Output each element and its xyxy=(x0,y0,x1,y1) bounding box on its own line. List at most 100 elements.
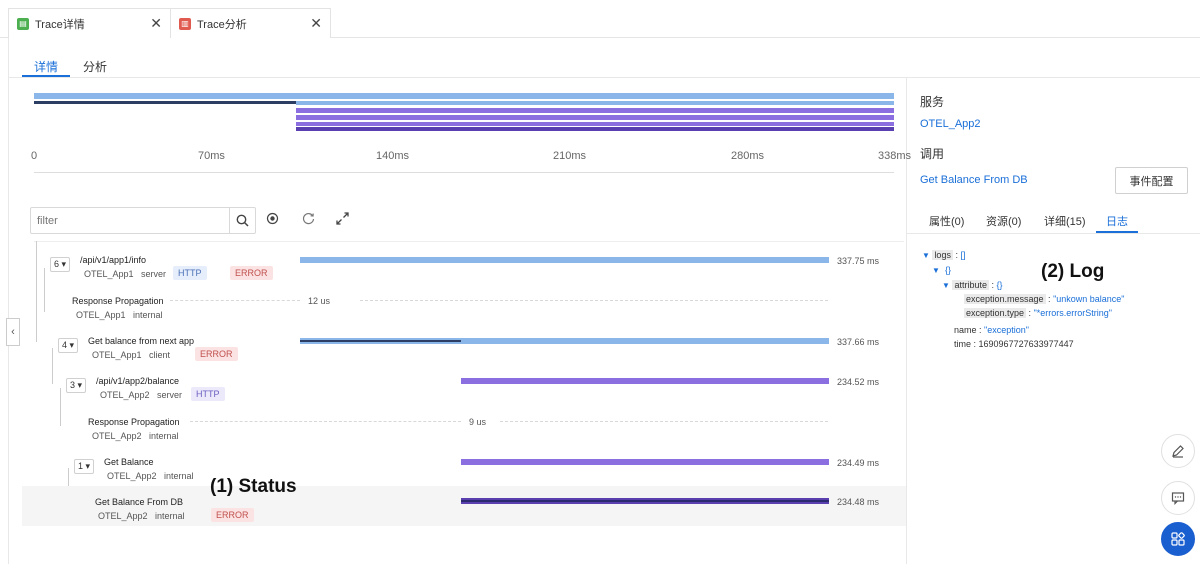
report-icon: ▥ xyxy=(179,17,191,30)
log-node-logs[interactable]: ▼ logs : [] xyxy=(922,250,965,260)
tree-line xyxy=(36,241,37,342)
tick-label: 210ms xyxy=(553,150,587,162)
dashed-line xyxy=(190,421,461,422)
log-field: time : 1690967727633977447 xyxy=(954,339,1074,349)
span-bar xyxy=(300,257,829,263)
close-icon[interactable]: ✕ xyxy=(310,15,322,32)
overview-bar xyxy=(34,101,296,104)
tab-resources[interactable]: 资源(0) xyxy=(986,213,1021,229)
span-service: OTEL_App1 xyxy=(76,310,126,320)
span-duration: 9 us xyxy=(469,417,487,427)
span-service: OTEL_App1 xyxy=(84,269,134,279)
divider xyxy=(907,233,1200,234)
error-badge: ERROR xyxy=(230,266,273,280)
left-border xyxy=(8,38,9,564)
apps-icon xyxy=(1171,532,1185,546)
axis-line xyxy=(34,172,894,173)
span-bar xyxy=(461,459,829,465)
log-field: exception.message : "unkown balance" xyxy=(964,294,1125,304)
tab-logs[interactable]: 日志 xyxy=(1106,213,1128,229)
span-kind: internal xyxy=(149,431,179,441)
annotation-log: (2) Log xyxy=(1041,261,1105,282)
span-name: Get Balance xyxy=(104,457,154,467)
overview-bar xyxy=(296,122,894,126)
span-service: OTEL_App2 xyxy=(92,431,142,441)
span-service: OTEL_App2 xyxy=(107,471,157,481)
tick-label: 280ms xyxy=(731,150,765,162)
tab-label: Trace分析 xyxy=(197,18,247,31)
expand-triangle-icon[interactable]: ▼ xyxy=(942,281,950,290)
apps-button[interactable] xyxy=(1161,522,1195,556)
protocol-badge: HTTP xyxy=(191,387,225,401)
span-name: /api/v1/app2/balance xyxy=(96,376,180,386)
span-duration: 12 us xyxy=(308,296,331,306)
row-divider xyxy=(34,241,904,242)
dashed-line xyxy=(170,300,300,301)
overview-bar xyxy=(34,93,894,99)
child-count[interactable]: 4 ▾ xyxy=(58,338,79,353)
feedback-button[interactable] xyxy=(1161,481,1195,515)
span-duration: 337.75 ms xyxy=(837,256,880,266)
subtab-analysis[interactable]: 分析 xyxy=(83,58,107,75)
dashed-line xyxy=(500,421,828,422)
close-icon[interactable]: ✕ xyxy=(150,15,162,32)
log-field: name : "exception" xyxy=(954,325,1029,335)
overview-bar xyxy=(296,108,894,113)
protocol-badge: HTTP xyxy=(173,266,207,280)
tick-label: 0 xyxy=(31,150,38,162)
tab-label: Trace详情 xyxy=(35,18,85,31)
span-name: Response Propagation xyxy=(88,417,180,427)
tree-line xyxy=(60,388,61,426)
span-bar-inner xyxy=(461,500,829,502)
subtab-detail[interactable]: 详情 xyxy=(34,58,58,75)
service-value[interactable]: OTEL_App2 xyxy=(920,118,981,130)
log-node-object[interactable]: ▼ {} xyxy=(932,265,951,275)
filter-field[interactable] xyxy=(30,207,256,234)
span-service: OTEL_App2 xyxy=(100,390,150,400)
service-label: 服务 xyxy=(920,95,945,109)
call-value[interactable]: Get Balance From DB xyxy=(920,174,1028,186)
edit-icon xyxy=(1172,445,1184,458)
tab-trace-analysis[interactable]: ▥ Trace分析 ✕ xyxy=(171,8,331,38)
span-duration: 234.48 ms xyxy=(837,497,880,507)
tab-attributes[interactable]: 属性(0) xyxy=(929,213,964,229)
span-name: Get Balance From DB xyxy=(95,497,184,507)
log-node-attribute[interactable]: ▼ attribute : {} xyxy=(942,280,1003,290)
edit-button[interactable] xyxy=(1161,434,1195,468)
span-kind: server xyxy=(141,269,167,279)
span-kind: internal xyxy=(164,471,194,481)
child-count[interactable]: 1 ▾ xyxy=(74,459,95,474)
span-duration: 234.49 ms xyxy=(837,458,880,468)
child-count[interactable]: 6 ▾ xyxy=(50,257,71,272)
tick-label: 338ms xyxy=(878,150,912,162)
filter-input[interactable] xyxy=(31,208,221,233)
error-badge: ERROR xyxy=(211,508,254,522)
expand-triangle-icon[interactable]: ▼ xyxy=(932,266,940,275)
span-kind: internal xyxy=(133,310,163,320)
refresh-icon[interactable] xyxy=(302,212,315,228)
error-badge: ERROR xyxy=(195,347,238,361)
span-name: Get balance from next app xyxy=(88,336,195,346)
chat-icon xyxy=(1171,492,1185,505)
expand-triangle-icon[interactable]: ▼ xyxy=(922,251,930,260)
expand-icon[interactable] xyxy=(336,212,349,228)
span-kind: server xyxy=(157,390,183,400)
span-service: OTEL_App2 xyxy=(98,511,148,521)
span-service: OTEL_App1 xyxy=(92,350,142,360)
locate-icon[interactable] xyxy=(266,212,279,228)
overview-bar xyxy=(296,115,894,120)
annotation-status: (1) Status xyxy=(210,476,297,497)
search-icon[interactable] xyxy=(229,208,255,233)
tick-label: 70ms xyxy=(198,150,225,162)
child-count[interactable]: 3 ▾ xyxy=(66,378,87,393)
tree-line xyxy=(52,348,53,384)
collapse-handle[interactable]: ‹ xyxy=(6,318,20,346)
table-icon: ▤ xyxy=(17,17,29,30)
tab-trace-detail[interactable]: ▤ Trace详情 ✕ xyxy=(8,8,171,38)
tab-details[interactable]: 详细(15) xyxy=(1044,213,1086,229)
tree-line xyxy=(44,268,45,312)
event-config-button[interactable]: 事件配置 xyxy=(1115,167,1188,194)
span-kind: client xyxy=(149,350,171,360)
span-kind: internal xyxy=(155,511,185,521)
span-name: Response Propagation xyxy=(72,296,164,306)
